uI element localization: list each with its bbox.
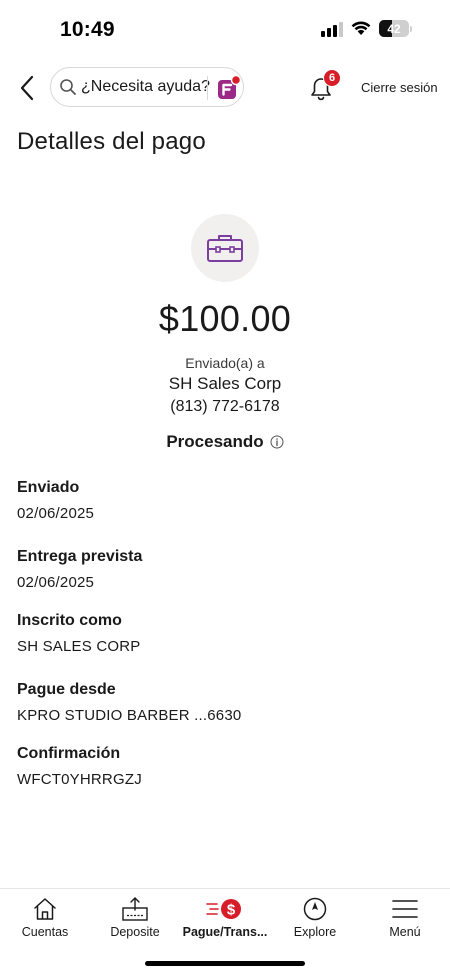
home-icon	[34, 898, 56, 920]
briefcase-icon	[207, 235, 243, 262]
nav-label: Explore	[293, 925, 337, 939]
nav-menu[interactable]: Menú	[360, 889, 450, 949]
payee-avatar	[191, 214, 259, 282]
chevron-left-icon	[20, 75, 34, 101]
detail-value: 02/06/2025	[17, 574, 95, 591]
detail-confirmation: Confirmación WFCT0YHRRGZJ	[17, 745, 142, 788]
detail-registered-as: Inscrito como SH SALES CORP	[17, 612, 140, 655]
hamburger-menu-icon	[392, 900, 418, 918]
detail-label: Enviado	[17, 479, 80, 496]
detail-value: SH SALES CORP	[17, 638, 141, 655]
detail-pay-from: Pague desde KPRO STUDIO BARBER ...6630	[17, 681, 241, 724]
status-text: Procesando	[166, 432, 264, 451]
back-button[interactable]	[12, 70, 42, 106]
payment-amount: $100.00	[158, 298, 292, 339]
sent-to-label: Enviado(a) a	[185, 355, 265, 371]
cellular-signal-icon	[321, 21, 343, 37]
nav-explore[interactable]: Explore	[270, 889, 360, 949]
search-placeholder: ¿Necesita ayuda?	[81, 78, 210, 95]
nav-label: Pague/Trans...	[182, 925, 268, 939]
detail-label: Pague desde	[17, 681, 116, 698]
detail-label: Inscrito como	[17, 612, 122, 629]
notification-badge: 6	[323, 69, 341, 87]
search-icon	[60, 79, 76, 95]
battery-icon: 42	[379, 20, 409, 37]
fargo-assistant-icon[interactable]	[215, 74, 243, 102]
payee-phone: (813) 772-6178	[170, 398, 280, 415]
detail-sent: Enviado 02/06/2025	[17, 479, 94, 522]
compass-icon	[303, 897, 327, 921]
payee-name: SH Sales Corp	[168, 374, 282, 393]
nav-pay-transfer[interactable]: $ Pague/Trans...	[180, 889, 270, 949]
status-time: 10:49	[60, 18, 115, 41]
help-search-bar[interactable]: ¿Necesita ayuda?	[50, 67, 244, 107]
header-bar: ¿Necesita ayuda? 6 Cierre sesión	[0, 66, 450, 110]
battery-indicator: 42	[379, 20, 412, 37]
payment-status: Procesando	[0, 432, 450, 452]
nav-deposit[interactable]: Deposite	[90, 889, 180, 949]
wifi-icon	[351, 21, 371, 35]
battery-percent: 42	[387, 21, 401, 36]
detail-label: Confirmación	[17, 745, 121, 762]
info-icon[interactable]	[270, 435, 284, 449]
nav-label: Deposite	[110, 925, 160, 939]
svg-text:$: $	[227, 902, 236, 919]
nav-label: Menú	[389, 925, 421, 939]
detail-value: 02/06/2025	[17, 505, 95, 522]
signout-link[interactable]: Cierre sesión	[361, 80, 438, 95]
nav-accounts[interactable]: Cuentas	[0, 889, 90, 949]
detail-value: WFCT0YHRRGZJ	[17, 771, 142, 788]
detail-value: KPRO STUDIO BARBER ...6630	[17, 707, 242, 724]
status-bar: 10:49 42	[0, 0, 450, 60]
page-title: Detalles del pago	[17, 128, 206, 155]
detail-label: Entrega prevista	[17, 548, 143, 565]
nav-label: Cuentas	[21, 925, 69, 939]
pay-transfer-icon: $	[206, 899, 241, 919]
search-divider	[207, 76, 208, 100]
home-indicator	[145, 961, 305, 966]
deposit-icon	[122, 897, 148, 921]
status-icons: 42	[321, 20, 412, 37]
detail-expected-delivery: Entrega prevista 02/06/2025	[17, 548, 142, 591]
